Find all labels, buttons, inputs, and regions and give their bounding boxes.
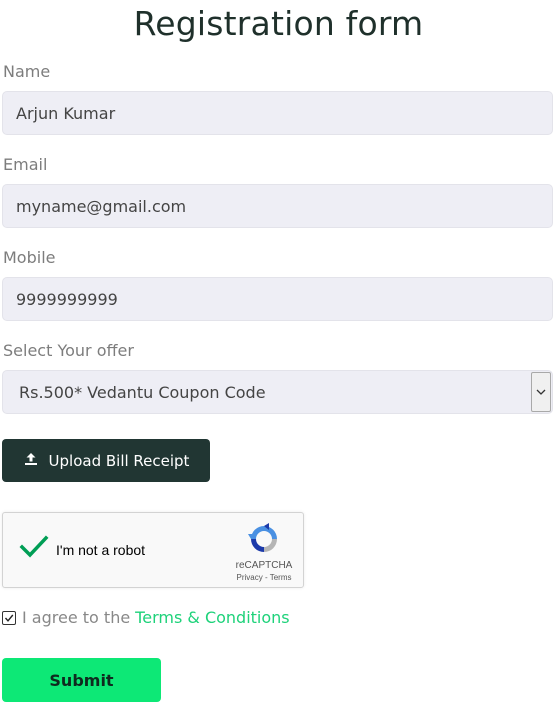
recaptcha-widget: I'm not a robot reCAPTCHA Privacy - Term…	[2, 512, 304, 588]
upload-bill-label: Upload Bill Receipt	[48, 451, 190, 470]
email-input[interactable]	[2, 184, 553, 228]
recaptcha-links-separator: -	[262, 573, 270, 582]
recaptcha-brand: reCAPTCHA	[235, 560, 293, 571]
terms-agreement-row: I agree to the Terms & Conditions	[2, 608, 290, 627]
form-title: Registration form	[133, 4, 424, 43]
offer-selected-value: Rs.500* Vedantu Coupon Code	[19, 383, 266, 402]
offer-select[interactable]: Rs.500* Vedantu Coupon Code	[2, 370, 553, 414]
recaptcha-label: I'm not a robot	[56, 542, 146, 558]
chevron-down-icon[interactable]	[531, 372, 551, 412]
upload-icon	[23, 451, 39, 471]
recaptcha-checkbox[interactable]	[19, 535, 49, 563]
terms-checkbox[interactable]	[2, 610, 16, 625]
mobile-label: Mobile	[3, 248, 56, 267]
recaptcha-links: Privacy - Terms	[229, 573, 299, 582]
upload-bill-button[interactable]: Upload Bill Receipt	[2, 439, 210, 482]
terms-conditions-link[interactable]: Terms & Conditions	[135, 608, 289, 627]
offer-label: Select Your offer	[3, 341, 134, 360]
name-label: Name	[3, 62, 51, 81]
recaptcha-logo-icon	[247, 522, 281, 560]
recaptcha-terms-link[interactable]: Terms	[270, 573, 292, 582]
terms-agreement-text: I agree to the	[22, 608, 131, 627]
submit-button[interactable]: Submit	[2, 658, 161, 702]
email-label: Email	[3, 155, 48, 174]
mobile-input[interactable]	[2, 277, 553, 321]
recaptcha-privacy-link[interactable]: Privacy	[237, 573, 263, 582]
name-input[interactable]	[2, 91, 553, 135]
